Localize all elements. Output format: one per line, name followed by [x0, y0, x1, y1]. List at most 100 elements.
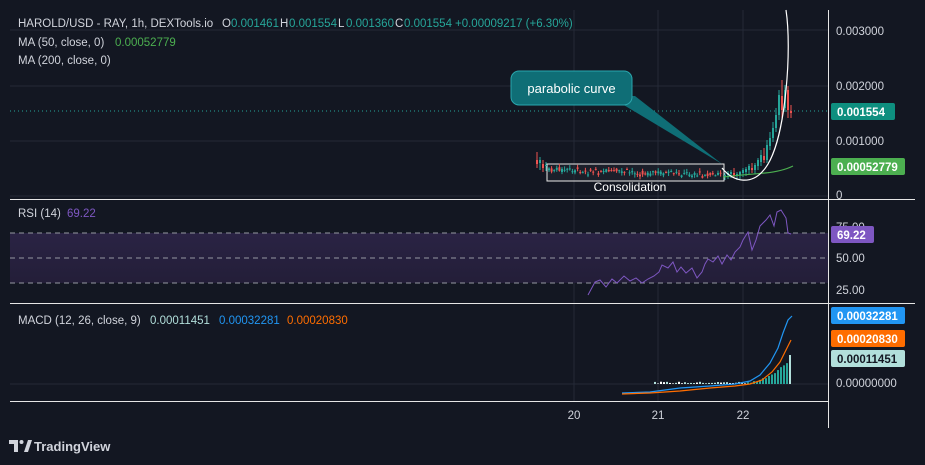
candle-body	[730, 172, 732, 174]
candle-body	[683, 172, 686, 174]
candle-body	[672, 173, 675, 175]
symbol-title: HAROLD/USD - RAY, 1h, DEXTools.io	[18, 18, 213, 30]
ohlc-open-label: O	[222, 18, 231, 30]
ma50-legend-value: 0.00052779	[115, 37, 176, 49]
price-tick: 0.001000	[836, 136, 884, 148]
candle-body	[536, 160, 538, 164]
macd-histogram-bar	[723, 382, 725, 384]
candle-body	[602, 171, 605, 173]
candle-body	[696, 175, 699, 177]
candle-body	[553, 169, 556, 171]
tv-logo-icon	[9, 440, 32, 452]
consolidation-box	[546, 163, 725, 182]
ma200-legend-label: MA (200, close, 0)	[18, 55, 111, 67]
macd-histogram-bar	[681, 383, 683, 384]
macd-histogram-bar	[657, 383, 659, 384]
candle-body	[665, 172, 667, 174]
candle-body	[600, 171, 602, 173]
macd-histogram-bar	[675, 382, 677, 384]
macd-histogram-bar	[672, 383, 674, 384]
candle-body	[633, 173, 636, 175]
consolidation-label: Consolidation	[594, 180, 667, 194]
price-tick: 0.003000	[836, 26, 884, 38]
candle-body	[592, 171, 595, 173]
candle-body	[542, 164, 544, 168]
candle-body	[584, 170, 587, 172]
candle-body	[754, 165, 756, 170]
chart-canvas[interactable]: parabolic curve Consolidation HAROLD/USD…	[0, 0, 925, 465]
candle-body	[613, 170, 615, 172]
macd-histogram-bar	[693, 383, 695, 384]
rsi-axis[interactable]: 75.00 69.22 50.00 25.00	[831, 222, 874, 297]
macd-axis[interactable]: 0.00032281 0.00020830 0.00011451 0.00000…	[831, 307, 905, 390]
rsi-tag: 69.22	[837, 230, 866, 242]
candle-body	[607, 170, 610, 172]
price-tick: 0.002000	[836, 81, 884, 93]
macd-histogram-bar	[789, 355, 791, 384]
candle-body	[748, 166, 750, 170]
candle-body	[545, 165, 547, 166]
candle-body	[576, 167, 579, 169]
candle-body	[657, 171, 660, 174]
candle-body	[623, 171, 626, 173]
macd-histogram-bar	[708, 382, 710, 384]
macd-histogram	[654, 355, 791, 384]
macd-histogram-bar	[744, 383, 746, 384]
macd-histogram-bar	[699, 381, 701, 384]
candle-body	[628, 172, 631, 174]
macd-histogram-bar	[702, 382, 704, 384]
ohlc-close-label: C	[395, 18, 403, 30]
candle-body	[778, 95, 780, 115]
price-axis[interactable]: 0.003000 0.002000 0.001000 0 0.001554 0.…	[831, 26, 905, 202]
ohlc-open-value: 0.001461	[231, 18, 279, 30]
rsi-tick: 50.00	[836, 253, 865, 265]
candle-body	[701, 176, 704, 178]
candle-body	[787, 90, 789, 110]
macd-histogram-bar	[714, 382, 716, 384]
candle-body	[675, 171, 678, 173]
candle-body	[659, 171, 662, 175]
tradingview-chart: parabolic curve Consolidation HAROLD/USD…	[0, 0, 925, 465]
candle-body	[550, 168, 553, 172]
time-axis[interactable]: 20 21 22	[568, 410, 750, 422]
ma50-legend-label: MA (50, close, 0)	[18, 37, 104, 49]
candle-body	[581, 172, 584, 174]
macd-histogram-bar	[726, 382, 728, 384]
macd-header: MACD (12, 26, close, 9) 0.00011451 0.000…	[18, 315, 348, 327]
macd-histogram-bar	[780, 367, 782, 384]
macd-histogram-bar	[660, 381, 662, 384]
candle-body	[563, 169, 566, 171]
macd-legend-signal: 0.00020830	[287, 315, 348, 327]
candle-body	[680, 175, 683, 177]
candle-body	[742, 170, 744, 173]
candle-body	[704, 175, 706, 177]
ohlc-change: +0.00009217 (+6.30%)	[455, 18, 573, 30]
ohlc-low-label: L	[338, 18, 345, 30]
candle-body	[719, 172, 722, 174]
macd-legend-macd: 0.00032281	[219, 315, 280, 327]
candle-body	[766, 145, 768, 160]
candle-body	[714, 175, 717, 177]
candle-body	[626, 168, 628, 170]
candle-body	[685, 172, 688, 174]
macd-zero-tick: 0.00000000	[836, 378, 897, 390]
rsi-header: RSI (14) 69.22	[18, 208, 96, 220]
candle-body	[693, 173, 696, 175]
candle-body	[760, 155, 762, 162]
candle-body	[717, 173, 719, 175]
candle-body	[775, 115, 777, 128]
candle-body	[589, 169, 592, 171]
macd-histogram-bar	[684, 382, 686, 384]
candle-body	[639, 174, 641, 177]
candle-body	[662, 173, 665, 176]
ohlc-high-label: H	[280, 18, 288, 30]
tradingview-logo[interactable]: TradingView	[9, 439, 111, 454]
candle-body	[706, 173, 709, 177]
candle-body	[646, 172, 649, 176]
ma-tag: 0.00052779	[837, 162, 898, 174]
pane-borders	[10, 10, 915, 428]
ohlc-high-value: 0.001554	[289, 18, 338, 30]
signal-tag: 0.00020830	[837, 334, 898, 346]
symbol-header: HAROLD/USD - RAY, 1h, DEXTools.io O 0.00…	[18, 18, 573, 67]
callout-label: parabolic curve	[527, 81, 615, 96]
